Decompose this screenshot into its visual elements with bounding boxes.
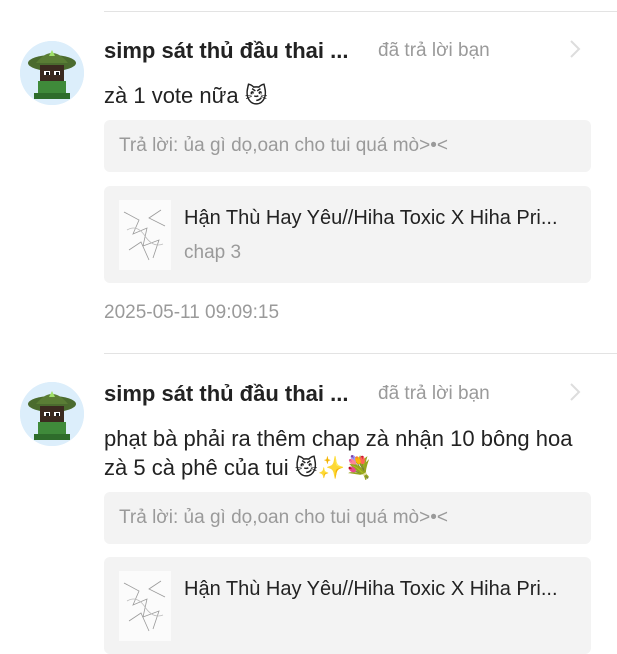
reply-action-label: đã trả lời bạn (378, 383, 490, 404)
avatar[interactable] (20, 41, 84, 105)
reply-action-label: đã trả lời bạn (378, 40, 490, 61)
chevron-right-icon[interactable] (568, 381, 582, 403)
divider (104, 11, 617, 12)
username[interactable]: simp sát thủ đầu thai ... (104, 38, 348, 64)
story-card[interactable]: Hận Thù Hay Yêu//Hiha Toxic X Hiha Pri..… (104, 186, 591, 283)
avatar-icon (20, 382, 84, 446)
story-thumbnail (119, 200, 171, 270)
reply-quote[interactable]: Trả lời: ủa gì dọ,oan cho tui quá mò>•< (104, 120, 591, 172)
divider (104, 353, 617, 354)
story-title: Hận Thù Hay Yêu//Hiha Toxic X Hiha Pri..… (184, 207, 558, 229)
chapter-label: chap 3 (184, 242, 242, 263)
comment-message: zà 1 vote nữa 😼 (104, 83, 268, 108)
reply-quote[interactable]: Trả lời: ủa gì dọ,oan cho tui quá mò>•< (104, 492, 591, 544)
story-thumbnail (119, 571, 171, 641)
avatar[interactable] (20, 382, 84, 446)
story-title: Hận Thù Hay Yêu//Hiha Toxic X Hiha Pri..… (184, 578, 558, 600)
avatar-icon (20, 41, 84, 105)
username[interactable]: simp sát thủ đầu thai ... (104, 381, 348, 407)
timestamp: 2025-05-11 09:09:15 (104, 302, 280, 323)
comment-message: phạt bà phải ra thêm chap zà nhận 10 bôn… (104, 426, 573, 480)
story-card[interactable]: Hận Thù Hay Yêu//Hiha Toxic X Hiha Pri..… (104, 557, 591, 654)
chevron-right-icon[interactable] (568, 38, 582, 60)
